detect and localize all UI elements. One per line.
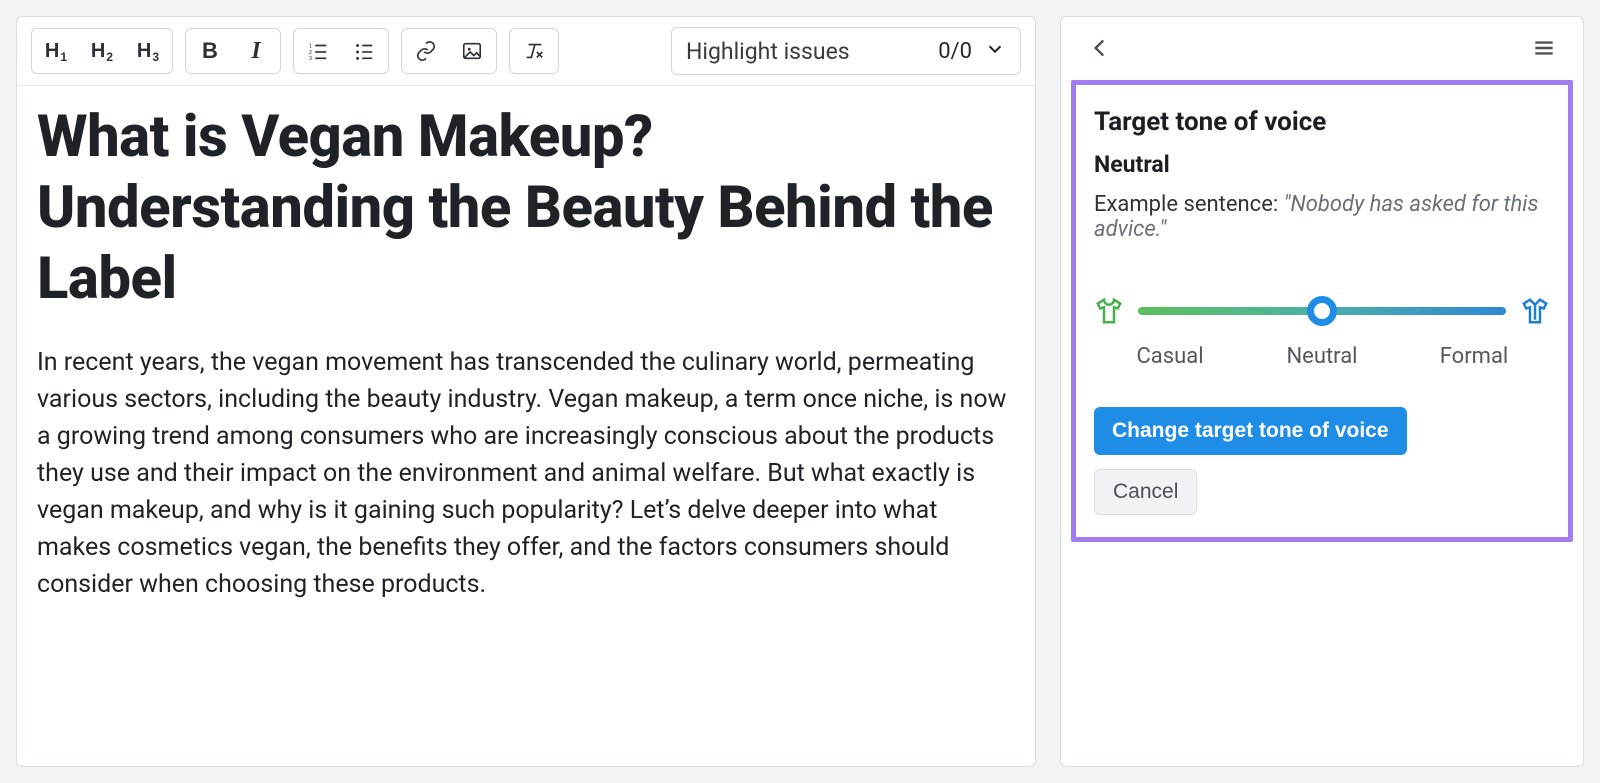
- italic-button[interactable]: I: [234, 31, 278, 71]
- slider-thumb[interactable]: [1307, 296, 1337, 326]
- slider-label-neutral: Neutral: [1282, 344, 1362, 369]
- slider-label-formal: Formal: [1434, 344, 1514, 369]
- link-button[interactable]: [404, 31, 448, 71]
- svg-text:3: 3: [309, 56, 312, 62]
- back-button[interactable]: [1083, 31, 1117, 68]
- insert-group: [401, 28, 497, 74]
- list-group: 123: [293, 28, 389, 74]
- tone-title: Target tone of voice: [1094, 107, 1550, 137]
- unordered-list-icon: [353, 40, 375, 62]
- slider-label-casual: Casual: [1130, 344, 1210, 369]
- cancel-button[interactable]: Cancel: [1094, 469, 1197, 515]
- tone-of-voice-panel: Target tone of voice Neutral Example sen…: [1071, 80, 1573, 542]
- tone-actions: Change target tone of voice Cancel: [1094, 407, 1550, 515]
- h1-button[interactable]: H1: [34, 31, 78, 71]
- bold-button[interactable]: B: [188, 31, 232, 71]
- ordered-list-icon: 123: [307, 40, 329, 62]
- tone-example: Example sentence: "Nobody has asked for …: [1094, 192, 1550, 242]
- svg-text:2: 2: [309, 50, 312, 56]
- sidebar-pane: Target tone of voice Neutral Example sen…: [1060, 16, 1584, 767]
- chevron-down-icon: [984, 38, 1006, 64]
- h3-button[interactable]: H3: [126, 31, 170, 71]
- heading-level: 2: [106, 50, 113, 64]
- heading-level: 1: [60, 50, 67, 64]
- highlight-count: 0/0: [938, 39, 972, 64]
- slider-labels: Casual Neutral Formal: [1130, 344, 1514, 369]
- clear-group: [509, 28, 559, 74]
- heading-letter: H: [137, 40, 151, 62]
- heading-level: 3: [152, 50, 159, 64]
- document-paragraph[interactable]: In recent years, the vegan movement has …: [37, 344, 1007, 603]
- hamburger-icon: [1531, 35, 1557, 61]
- change-tone-button[interactable]: Change target tone of voice: [1094, 407, 1407, 455]
- document-body[interactable]: What is Vegan Makeup? Understanding the …: [17, 86, 1035, 631]
- ordered-list-button[interactable]: 123: [296, 31, 340, 71]
- unordered-list-button[interactable]: [342, 31, 386, 71]
- document-title[interactable]: What is Vegan Makeup? Understanding the …: [37, 102, 1007, 314]
- image-button[interactable]: [450, 31, 494, 71]
- heading-letter: H: [91, 40, 105, 62]
- highlight-issues-dropdown[interactable]: Highlight issues 0/0: [671, 27, 1021, 75]
- sidebar-header: [1061, 17, 1583, 78]
- dress-shirt-icon: [1520, 296, 1550, 326]
- highlight-label: Highlight issues: [686, 38, 850, 65]
- slider-track[interactable]: [1138, 307, 1506, 315]
- editor-toolbar: H1 H2 H3 B I 123: [17, 17, 1035, 86]
- tone-slider[interactable]: [1094, 296, 1550, 326]
- svg-text:1: 1: [309, 43, 312, 49]
- link-icon: [415, 40, 437, 62]
- clear-formatting-icon: [523, 40, 545, 62]
- clear-formatting-button[interactable]: [512, 31, 556, 71]
- example-lead: Example sentence:: [1094, 192, 1284, 217]
- tshirt-icon: [1094, 296, 1124, 326]
- heading-group: H1 H2 H3: [31, 28, 173, 74]
- heading-letter: H: [45, 40, 59, 62]
- editor-pane: H1 H2 H3 B I 123: [16, 16, 1036, 767]
- app-root: H1 H2 H3 B I 123: [16, 16, 1584, 767]
- menu-button[interactable]: [1527, 31, 1561, 68]
- format-group: B I: [185, 28, 281, 74]
- h2-button[interactable]: H2: [80, 31, 124, 71]
- image-icon: [461, 40, 483, 62]
- chevron-left-icon: [1087, 35, 1113, 61]
- tone-selected: Neutral: [1094, 151, 1550, 178]
